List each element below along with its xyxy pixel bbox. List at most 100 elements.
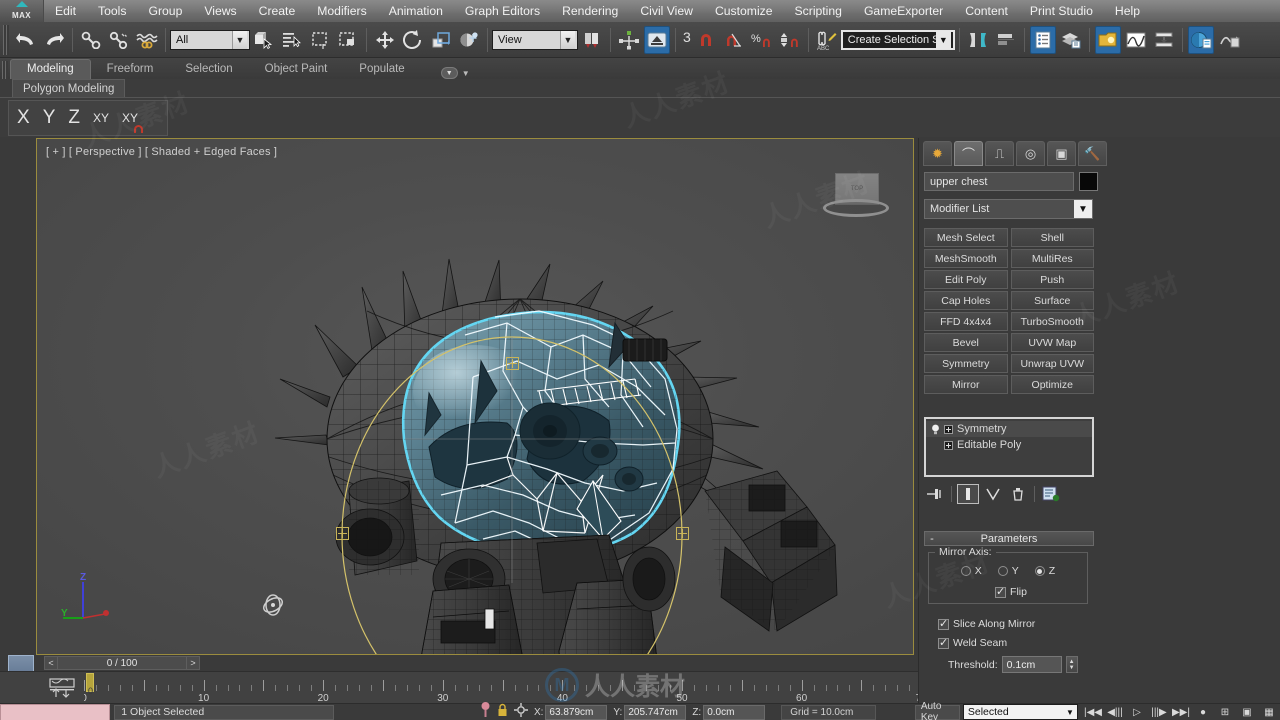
menu-item-edit[interactable]: Edit [44,0,87,22]
menu-item-graph-editors[interactable]: Graph Editors [454,0,551,22]
window-crossing-icon[interactable] [335,26,361,54]
render-frame-window-icon[interactable] [1216,26,1242,54]
maximize-viewport-icon[interactable]: ▦ [1258,704,1280,720]
modifier-button-turbosmooth[interactable]: TurboSmooth [1010,312,1094,331]
ribbon-tab-populate[interactable]: Populate [343,60,420,79]
modifier-button-shell[interactable]: Shell [1010,228,1094,247]
time-slider-prev-button[interactable]: < [44,656,58,670]
menu-item-modifiers[interactable]: Modifiers [306,0,377,22]
chevron-down-icon[interactable]: ▼ [232,30,247,49]
toolbar-grip[interactable] [3,24,9,55]
coord-value-field[interactable]: 0.0cm [703,704,766,720]
ribbon-options-chevron-icon[interactable]: ▼ [462,69,470,78]
configure-modifier-sets-icon[interactable] [1040,484,1062,504]
flip-checkbox[interactable] [995,585,1007,598]
expand-plus-icon[interactable] [944,440,953,450]
redo-icon[interactable] [41,26,67,54]
modifier-button-edit-poly[interactable]: Edit Poly [924,270,1008,289]
mirror-icon[interactable] [965,26,991,54]
select-and-place-icon[interactable] [456,26,482,54]
constraint-x-button[interactable]: X [17,107,30,129]
key-mode-toggle-icon[interactable]: ● [1192,704,1214,720]
open-mini-curve-editor-icon[interactable] [48,677,84,705]
menu-item-customize[interactable]: Customize [704,0,784,22]
modifier-button-bevel[interactable]: Bevel [924,333,1008,352]
modifier-button-push[interactable]: Push [1010,270,1094,289]
radio-z[interactable] [1034,566,1045,576]
object-color-swatch[interactable] [1079,172,1098,191]
time-slider-current-frame[interactable]: 0 / 100 [58,656,186,670]
snaps-toggle-icon[interactable] [693,26,719,54]
motion-tab[interactable]: ◎ [1016,141,1045,166]
modifier-button-multires[interactable]: MultiRes [1010,249,1094,268]
edit-named-selection-sets-icon[interactable]: ABC [814,26,840,54]
play-animation-icon[interactable]: ▷ [1126,704,1148,720]
chevron-down-icon[interactable]: ▼ [560,30,575,49]
hierarchy-tab[interactable]: ⎍ [985,141,1014,166]
select-and-scale-icon[interactable] [428,26,454,54]
menu-item-views[interactable]: Views [193,0,247,22]
threshold-spinner[interactable]: ▲ ▼ [1065,656,1078,673]
menu-item-content[interactable]: Content [954,0,1019,22]
use-center-icon[interactable] [616,26,642,54]
modifier-button-ffd-4x4x4[interactable]: FFD 4x4x4 [924,312,1008,331]
symmetry-gizmo-handle-right[interactable] [676,527,689,540]
select-and-move-icon[interactable] [372,26,398,54]
expand-plus-icon[interactable] [944,424,953,434]
curve-editor-icon[interactable] [1123,26,1149,54]
modifier-stack-item-editable-poly[interactable]: Editable Poly [926,437,1092,453]
select-object-icon[interactable] [251,26,277,54]
remove-modifier-icon[interactable] [1007,484,1029,504]
modifier-button-cap-holes[interactable]: Cap Holes [924,291,1008,310]
menu-item-scripting[interactable]: Scripting [784,0,853,22]
menu-item-group[interactable]: Group [137,0,193,22]
selection-filter-combo[interactable]: All ▼ [170,29,250,50]
modifier-list-dropdown[interactable]: Modifier List ▼ [924,199,1093,219]
menu-item-gameexporter[interactable]: GameExporter [853,0,954,22]
zoom-extents-icon[interactable]: ⊞ [1214,704,1236,720]
coordinate-display-icon[interactable] [513,702,528,720]
select-and-rotate-icon[interactable] [400,26,426,54]
coord-value-field[interactable]: 63.879cm [545,704,608,720]
create-tab[interactable]: ✹ [923,141,952,166]
ribbon-tab-freeform[interactable]: Freeform [91,60,170,79]
modifier-button-optimize[interactable]: Optimize [1010,375,1094,394]
viewport-label[interactable]: [ + ] [ Perspective ] [ Shaded + Edged F… [46,146,277,158]
spinner-snap-icon[interactable] [777,26,803,54]
absolute-mode-icon[interactable] [480,702,491,720]
ribbon-tab-selection[interactable]: Selection [169,60,248,79]
view-cube-compass-ring[interactable] [823,199,889,217]
rollout-collapse-icon[interactable]: - [925,533,939,545]
unlink-icon[interactable] [106,26,132,54]
radio-x[interactable] [960,566,971,576]
layer-explorer-icon[interactable] [1029,25,1056,54]
angle-snap-icon[interactable] [721,26,747,54]
ribbon-tab-object-paint[interactable]: Object Paint [249,60,344,79]
next-frame-icon[interactable]: |||▶ [1148,704,1170,720]
slice-along-mirror-checkbox[interactable] [938,617,949,630]
constraint-xy-button[interactable]: XY [93,111,109,125]
zoom-region-icon[interactable]: ▣ [1236,704,1258,720]
constraint-y-button[interactable]: Y [43,107,56,129]
slice-along-mirror-row[interactable]: Slice Along Mirror [938,617,1035,630]
lightbulb-icon[interactable] [930,424,940,435]
select-and-manipulate-icon[interactable] [644,25,670,54]
constraint-z-button[interactable]: Z [68,107,80,129]
make-unique-icon[interactable] [982,484,1004,504]
chevron-down-icon[interactable]: ▼ [1063,708,1077,717]
object-name-field[interactable]: upper chest [924,172,1074,191]
undo-icon[interactable] [13,26,39,54]
radio-y[interactable] [997,566,1008,576]
ribbon-minimize-icon[interactable]: ▼ [440,67,458,79]
use-pivot-center-icon[interactable] [579,26,605,54]
reference-coordinate-combo[interactable]: View ▼ [492,29,578,50]
align-icon[interactable] [993,26,1019,54]
constraint-xy-snap-button[interactable]: XY [122,111,144,133]
pin-stack-icon[interactable] [924,484,946,504]
menu-item-create[interactable]: Create [248,0,307,22]
chevron-down-icon[interactable]: ▼ [1074,200,1092,218]
modify-tab[interactable]: ⌒ [954,141,983,166]
weld-seam-checkbox[interactable] [938,636,949,649]
selection-lock-icon[interactable] [497,703,508,720]
coord-value-field[interactable]: 205.747cm [624,704,687,720]
